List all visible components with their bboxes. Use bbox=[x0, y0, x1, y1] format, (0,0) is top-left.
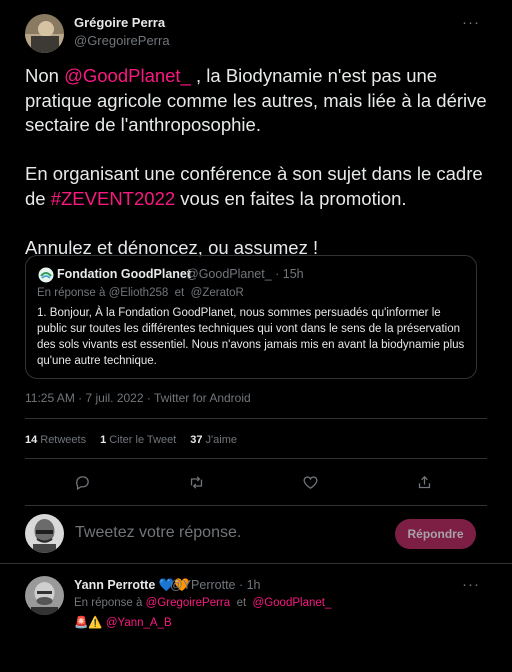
reply-mention-link[interactable]: @GoodPlanet_ bbox=[253, 597, 332, 609]
reply-and: et bbox=[236, 597, 247, 609]
tweet-timestamp[interactable]: 11:25 AM · 7 juil. 2022 · Twitter for An… bbox=[25, 391, 251, 405]
quoted-author-handle: @GoodPlanet_ · 15h bbox=[186, 267, 304, 281]
reply-button[interactable]: Répondre bbox=[395, 519, 476, 549]
reply-text: 🚨⚠️ @Yann_A_B bbox=[74, 615, 172, 629]
like-icon[interactable] bbox=[298, 470, 322, 494]
reply-context: En réponse à @GregoirePerra et @GoodPlan… bbox=[74, 597, 331, 609]
retweet-icon[interactable] bbox=[184, 470, 208, 494]
text-segment: Non bbox=[25, 65, 65, 86]
quoted-reply-context: En réponse à @Elioth258 et @ZeratoR bbox=[37, 287, 244, 299]
reply-mention: @Elioth258 bbox=[108, 287, 169, 299]
likes-stat[interactable]: 37 J'aime bbox=[190, 434, 237, 446]
reply-author-handle[interactable]: @YPerrotte · 1h bbox=[170, 578, 261, 592]
quoted-tweet[interactable]: Fondation GoodPlanet @GoodPlanet_ · 15h … bbox=[25, 255, 477, 379]
quoted-text: 1. Bonjour, À la Fondation GoodPlanet, n… bbox=[37, 307, 465, 367]
likes-count: 37 bbox=[190, 434, 203, 446]
siren-warning-emoji-icon: 🚨⚠️ bbox=[74, 617, 103, 629]
tweet-paragraph-2: En organisant une conférence à son sujet… bbox=[25, 162, 495, 211]
retweets-count: 14 bbox=[25, 434, 38, 446]
retweets-stat[interactable]: 14 Retweets bbox=[25, 434, 86, 446]
quotes-label: Citer le Tweet bbox=[109, 434, 177, 446]
tweet-paragraph-1: Non @GoodPlanet_ , la Biodynamie n'est p… bbox=[25, 64, 495, 138]
tweet-actions bbox=[0, 470, 512, 494]
divider bbox=[25, 458, 487, 459]
reply-and: et bbox=[174, 287, 185, 299]
mention-link[interactable]: @GoodPlanet_ bbox=[64, 65, 191, 86]
quoted-author-name: Fondation GoodPlanet bbox=[57, 267, 192, 281]
more-options-icon[interactable]: ··· bbox=[462, 14, 480, 31]
tweet-stats: 14 Retweets 1 Citer le Tweet 37 J'aime bbox=[25, 434, 237, 446]
author-name[interactable]: Grégoire Perra bbox=[74, 15, 165, 30]
reply-mention: @ZeratoR bbox=[190, 287, 244, 299]
user-avatar[interactable] bbox=[25, 514, 64, 553]
reply-author-name-text: Yann Perrotte bbox=[74, 578, 156, 592]
divider bbox=[25, 418, 487, 419]
divider bbox=[25, 505, 487, 506]
share-icon[interactable] bbox=[412, 470, 436, 494]
quotes-stat[interactable]: 1 Citer le Tweet bbox=[100, 434, 176, 446]
likes-label: J'aime bbox=[205, 434, 237, 446]
reply-prefix: En réponse à bbox=[74, 597, 143, 609]
retweets-label: Retweets bbox=[40, 434, 87, 446]
reply-more-options-icon[interactable]: ··· bbox=[462, 576, 480, 593]
reply-prefix: En réponse à bbox=[37, 287, 106, 299]
reply-icon[interactable] bbox=[70, 470, 94, 494]
reply-composer-input[interactable]: Tweetez votre réponse. bbox=[75, 524, 241, 542]
reply-mention-link[interactable]: @GregoirePerra bbox=[146, 597, 231, 609]
goodplanet-logo-icon bbox=[38, 267, 54, 283]
divider bbox=[0, 563, 512, 564]
author-handle[interactable]: @GregoirePerra bbox=[74, 33, 170, 48]
hashtag-link[interactable]: #ZEVENT2022 bbox=[51, 188, 175, 209]
quotes-count: 1 bbox=[100, 434, 107, 446]
author-avatar[interactable] bbox=[25, 14, 64, 53]
text-segment: vous en faites la promotion. bbox=[175, 187, 407, 209]
mention-link[interactable]: @Yann_A_B bbox=[106, 617, 172, 629]
reply-author-avatar[interactable] bbox=[25, 576, 64, 615]
tweet-text: Non @GoodPlanet_ , la Biodynamie n'est p… bbox=[25, 64, 495, 260]
